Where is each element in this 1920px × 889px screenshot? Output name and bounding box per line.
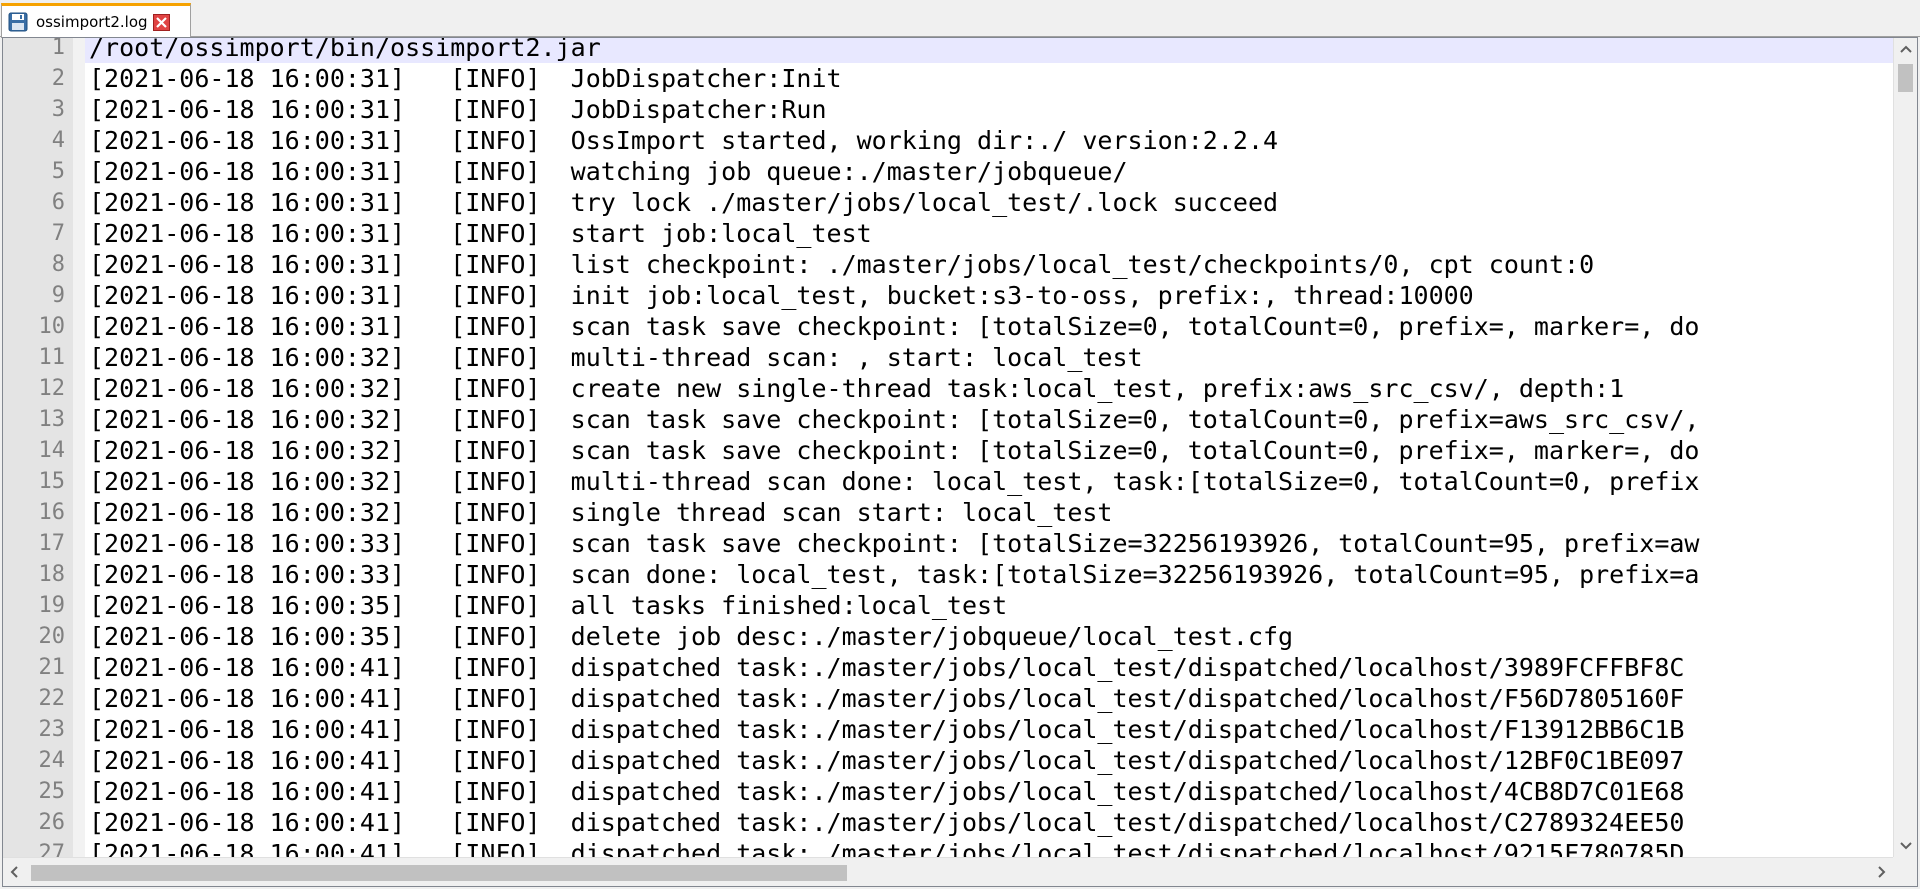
log-line[interactable]: [2021-06-18 16:00:31] [INFO] init job:lo…: [85, 280, 1895, 311]
log-line[interactable]: [2021-06-18 16:00:32] [INFO] single thre…: [85, 497, 1895, 528]
log-line[interactable]: [2021-06-18 16:00:33] [INFO] scan done: …: [85, 559, 1895, 590]
line-number: 5: [51, 159, 65, 184]
line-number: 16: [38, 500, 66, 525]
horizontal-scroll-thumb[interactable]: [31, 865, 847, 881]
log-line[interactable]: [2021-06-18 16:00:41] [INFO] dispatched …: [85, 838, 1895, 857]
line-number: 12: [38, 376, 66, 401]
chevron-right-icon[interactable]: [1869, 860, 1893, 884]
tab-bar: ossimport2.log: [0, 0, 1920, 38]
line-number: 2: [51, 66, 65, 91]
line-number: 7: [51, 221, 65, 246]
line-number: 26: [38, 810, 66, 835]
fold-margin: [73, 38, 85, 857]
line-number: 6: [51, 190, 65, 215]
log-line[interactable]: [2021-06-18 16:00:31] [INFO] try lock ./…: [85, 187, 1895, 218]
chevron-up-icon[interactable]: [1894, 38, 1917, 62]
log-line[interactable]: [2021-06-18 16:00:32] [INFO] multi-threa…: [85, 466, 1895, 497]
log-line[interactable]: [2021-06-18 16:00:31] [INFO] OssImport s…: [85, 125, 1895, 156]
line-number: 19: [38, 593, 66, 618]
line-number: 14: [38, 438, 66, 463]
log-line[interactable]: [2021-06-18 16:00:41] [INFO] dispatched …: [85, 714, 1895, 745]
line-number: 22: [38, 686, 66, 711]
line-number: 8: [51, 252, 65, 277]
tab-label: ossimport2.log: [36, 13, 148, 31]
line-number: 13: [38, 407, 66, 432]
log-line[interactable]: [2021-06-18 16:00:41] [INFO] dispatched …: [85, 807, 1895, 838]
log-line[interactable]: [2021-06-18 16:00:35] [INFO] delete job …: [85, 621, 1895, 652]
log-line[interactable]: [2021-06-18 16:00:31] [INFO] scan task s…: [85, 311, 1895, 342]
chevron-left-icon[interactable]: [3, 860, 27, 884]
log-line[interactable]: [2021-06-18 16:00:32] [INFO] create new …: [85, 373, 1895, 404]
log-line[interactable]: [2021-06-18 16:00:32] [INFO] scan task s…: [85, 404, 1895, 435]
line-number: 4: [51, 128, 65, 153]
line-number: 1: [51, 37, 65, 60]
line-number: 18: [38, 562, 66, 587]
line-number: 11: [38, 345, 66, 370]
vertical-scrollbar[interactable]: [1893, 38, 1917, 857]
line-number: 24: [38, 748, 66, 773]
line-number: 23: [38, 717, 66, 742]
log-line[interactable]: [2021-06-18 16:00:31] [INFO] start job:l…: [85, 218, 1895, 249]
close-icon[interactable]: [152, 13, 170, 31]
line-number: 10: [38, 314, 66, 339]
log-line[interactable]: [2021-06-18 16:00:33] [INFO] scan task s…: [85, 528, 1895, 559]
line-number: 25: [38, 779, 66, 804]
log-line[interactable]: [2021-06-18 16:00:31] [INFO] list checkp…: [85, 249, 1895, 280]
log-line[interactable]: [2021-06-18 16:00:31] [INFO] JobDispatch…: [85, 94, 1895, 125]
chevron-down-icon[interactable]: [1894, 833, 1917, 857]
line-number: 21: [38, 655, 66, 680]
log-line[interactable]: [2021-06-18 16:00:35] [INFO] all tasks f…: [85, 590, 1895, 621]
line-number: 20: [38, 624, 66, 649]
log-line[interactable]: [2021-06-18 16:00:32] [INFO] scan task s…: [85, 435, 1895, 466]
log-line[interactable]: [2021-06-18 16:00:32] [INFO] multi-threa…: [85, 342, 1895, 373]
log-line[interactable]: [2021-06-18 16:00:41] [INFO] dispatched …: [85, 776, 1895, 807]
log-line[interactable]: [2021-06-18 16:00:31] [INFO] watching jo…: [85, 156, 1895, 187]
scrollbar-corner: [1893, 857, 1917, 886]
log-line[interactable]: [2021-06-18 16:00:41] [INFO] dispatched …: [85, 745, 1895, 776]
line-number: 9: [51, 283, 65, 308]
text-editor[interactable]: 1 2 3 4 5 6 7 8 9 10 11 12 13 14 15 16 17 18 19 20 21 22 23 24 2…: [2, 37, 1918, 887]
line-number: 15: [38, 469, 66, 494]
log-line[interactable]: [2021-06-18 16:00:41] [INFO] dispatched …: [85, 683, 1895, 714]
text-area[interactable]: /root/ossimport/bin/ossimport2.jar [2021-…: [85, 38, 1895, 857]
line-number: 17: [38, 531, 66, 556]
line-number: 3: [51, 97, 65, 122]
save-icon: [8, 12, 28, 32]
log-line[interactable]: [2021-06-18 16:00:31] [INFO] JobDispatch…: [85, 63, 1895, 94]
tab-ossimport2-log[interactable]: ossimport2.log: [1, 3, 191, 38]
log-line[interactable]: [2021-06-18 16:00:41] [INFO] dispatched …: [85, 652, 1895, 683]
line-number-gutter: 1 2 3 4 5 6 7 8 9 10 11 12 13 14 15 16 17 18 19 20 21 22 23 24 2…: [3, 37, 83, 866]
horizontal-scrollbar[interactable]: [3, 857, 1917, 886]
vertical-scroll-thumb[interactable]: [1898, 64, 1913, 92]
log-line[interactable]: /root/ossimport/bin/ossimport2.jar: [85, 38, 1895, 63]
